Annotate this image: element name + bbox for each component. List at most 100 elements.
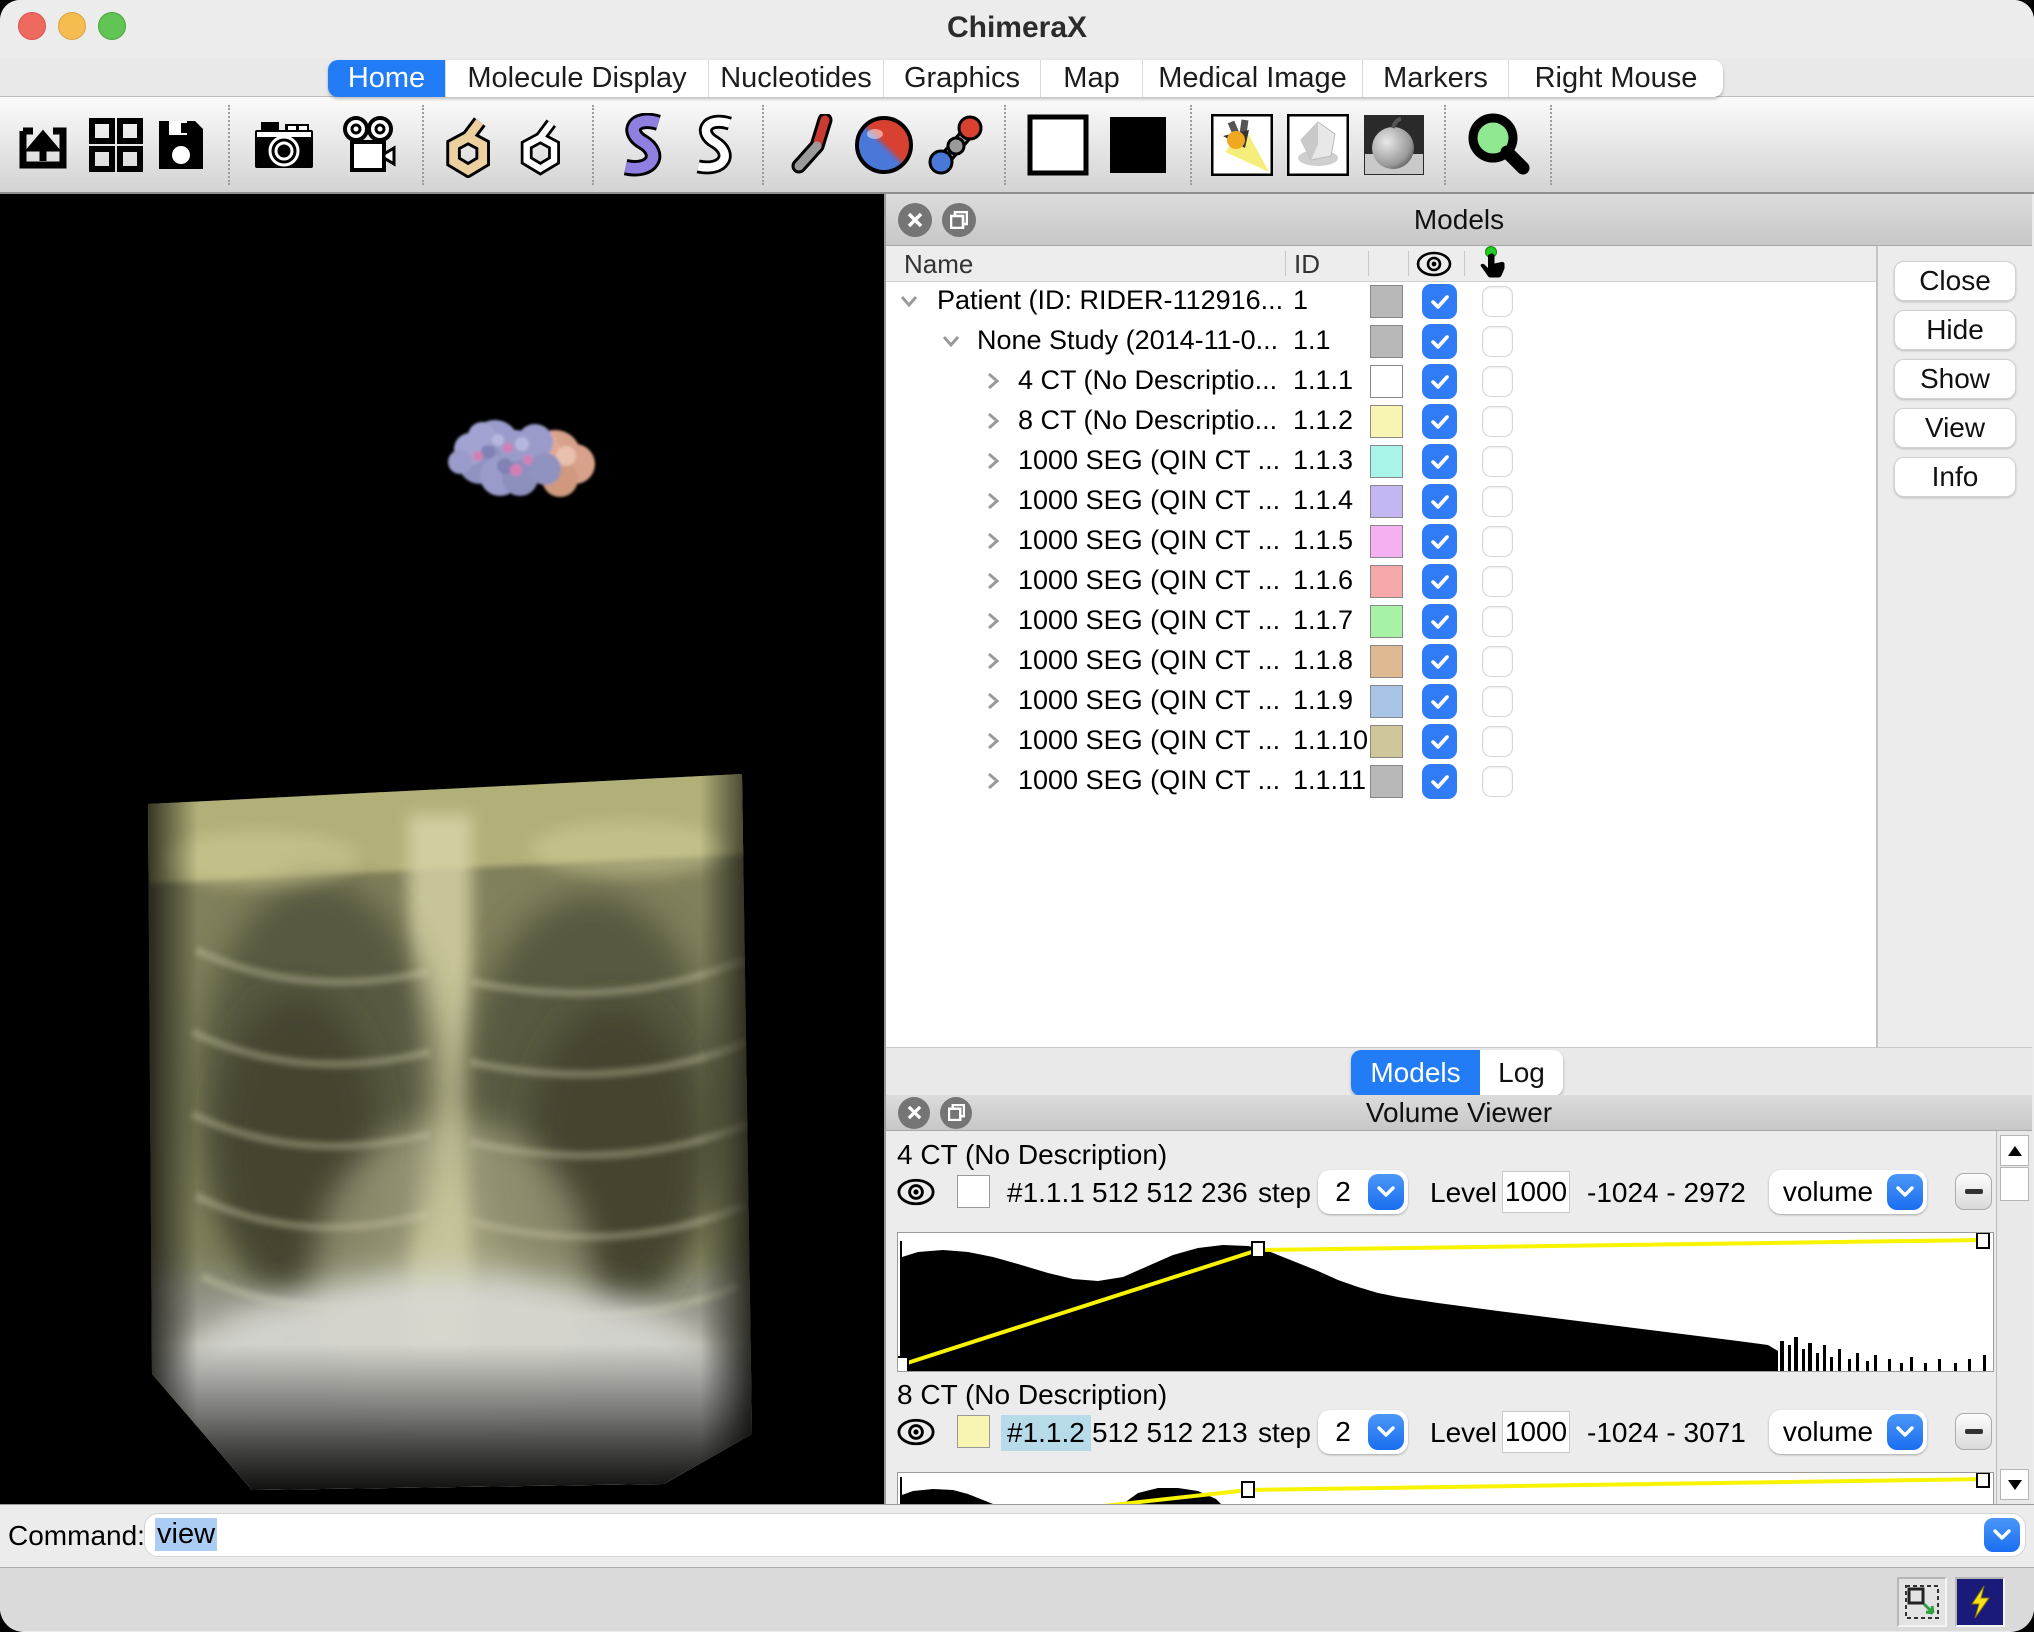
model-color-swatch[interactable] bbox=[1370, 325, 1403, 358]
model-color-swatch[interactable] bbox=[1370, 365, 1403, 398]
graphics-viewport[interactable] bbox=[0, 194, 884, 1504]
tab-log[interactable]: Log bbox=[1480, 1050, 1563, 1096]
command-input[interactable]: view bbox=[144, 1513, 2026, 1557]
snapshot-camera-icon[interactable] bbox=[242, 120, 326, 170]
tab-right-mouse[interactable]: Right Mouse bbox=[1508, 60, 1723, 97]
expanded-chevron-icon[interactable] bbox=[940, 330, 962, 352]
open-file-icon[interactable] bbox=[0, 117, 86, 173]
collapsed-chevron-icon[interactable] bbox=[982, 490, 1004, 512]
tab-models[interactable]: Models bbox=[1351, 1050, 1480, 1096]
select-checkbox[interactable] bbox=[1482, 526, 1513, 557]
model-tree-row[interactable]: Patient (ID: RIDER-112916...1 bbox=[886, 282, 1876, 322]
eye-icon[interactable] bbox=[895, 1177, 937, 1212]
model-color-swatch[interactable] bbox=[1370, 685, 1403, 718]
tab-graphics[interactable]: Graphics bbox=[883, 60, 1040, 97]
display-style-select[interactable]: volume bbox=[1769, 1170, 1927, 1214]
select-checkbox[interactable] bbox=[1482, 646, 1513, 677]
show-spheres-icon[interactable] bbox=[848, 114, 920, 176]
model-tree-row[interactable]: 1000 SEG (QIN CT ...1.1.6 bbox=[886, 562, 1876, 602]
select-checkbox[interactable] bbox=[1482, 366, 1513, 397]
info-models-button[interactable]: Info bbox=[1894, 457, 2016, 497]
chevron-down-icon[interactable] bbox=[1887, 1414, 1923, 1450]
chevron-down-icon[interactable] bbox=[1887, 1174, 1923, 1210]
hide-ligands-icon[interactable] bbox=[508, 114, 580, 176]
model-color-swatch[interactable] bbox=[1370, 645, 1403, 678]
shown-checkbox[interactable] bbox=[1422, 404, 1457, 439]
chevron-down-icon[interactable] bbox=[1368, 1174, 1404, 1210]
model-color-swatch[interactable] bbox=[1370, 765, 1403, 798]
model-tree-row[interactable]: 1000 SEG (QIN CT ...1.1.3 bbox=[886, 442, 1876, 482]
recent-files-icon[interactable] bbox=[86, 117, 146, 173]
select-checkbox[interactable] bbox=[1482, 326, 1513, 357]
tab-markers[interactable]: Markers bbox=[1362, 60, 1508, 97]
model-tree-row[interactable]: 1000 SEG (QIN CT ...1.1.5 bbox=[886, 522, 1876, 562]
shown-checkbox[interactable] bbox=[1422, 364, 1457, 399]
histogram-2[interactable] bbox=[897, 1472, 1994, 1504]
soft-lighting-icon[interactable] bbox=[1280, 114, 1356, 176]
collapsed-chevron-icon[interactable] bbox=[982, 610, 1004, 632]
hide-cartoons-icon[interactable] bbox=[678, 114, 750, 176]
volume-color-swatch[interactable] bbox=[957, 1175, 990, 1208]
tab-molecule-display[interactable]: Molecule Display bbox=[445, 60, 708, 97]
select-checkbox[interactable] bbox=[1482, 726, 1513, 757]
shown-checkbox[interactable] bbox=[1422, 764, 1457, 799]
select-checkbox[interactable] bbox=[1482, 566, 1513, 597]
model-color-swatch[interactable] bbox=[1370, 525, 1403, 558]
collapsed-chevron-icon[interactable] bbox=[982, 570, 1004, 592]
fast-mode-lightning-icon[interactable] bbox=[1955, 1577, 2005, 1627]
step-select[interactable]: 2 bbox=[1318, 1410, 1408, 1454]
model-tree-row[interactable]: 1000 SEG (QIN CT ...1.1.11 bbox=[886, 762, 1876, 802]
model-tree-row[interactable]: 1000 SEG (QIN CT ...1.1.10 bbox=[886, 722, 1876, 762]
step-select[interactable]: 2 bbox=[1318, 1170, 1408, 1214]
show-ball-stick-icon[interactable] bbox=[920, 114, 992, 176]
level-input[interactable]: 1000 bbox=[1502, 1171, 1570, 1213]
record-movie-icon[interactable] bbox=[326, 116, 410, 174]
histogram-1[interactable] bbox=[897, 1232, 1994, 1372]
column-shown-eye-icon[interactable] bbox=[1415, 250, 1453, 285]
hide-models-button[interactable]: Hide bbox=[1894, 310, 2016, 350]
model-color-swatch[interactable] bbox=[1370, 725, 1403, 758]
black-background-icon[interactable] bbox=[1098, 114, 1178, 176]
eye-icon[interactable] bbox=[895, 1417, 937, 1452]
scroll-up-icon[interactable] bbox=[2000, 1135, 2029, 1166]
show-ligands-icon[interactable] bbox=[436, 112, 508, 178]
collapsed-chevron-icon[interactable] bbox=[982, 450, 1004, 472]
scroll-down-icon[interactable] bbox=[2000, 1469, 2029, 1500]
collapse-volume-icon[interactable] bbox=[1955, 1173, 1992, 1210]
column-id[interactable]: ID bbox=[1294, 249, 1320, 280]
select-checkbox[interactable] bbox=[1482, 486, 1513, 517]
shown-checkbox[interactable] bbox=[1422, 524, 1457, 559]
collapsed-chevron-icon[interactable] bbox=[982, 410, 1004, 432]
chevron-down-icon[interactable] bbox=[1368, 1414, 1404, 1450]
select-checkbox[interactable] bbox=[1482, 606, 1513, 637]
view-models-button[interactable]: View bbox=[1894, 408, 2016, 448]
level-input[interactable]: 1000 bbox=[1502, 1411, 1570, 1453]
model-tree-row[interactable]: 4 CT (No Descriptio...1.1.1 bbox=[886, 362, 1876, 402]
model-tree-row[interactable]: 1000 SEG (QIN CT ...1.1.9 bbox=[886, 682, 1876, 722]
tab-map[interactable]: Map bbox=[1040, 60, 1142, 97]
model-tree-row[interactable]: 8 CT (No Descriptio...1.1.2 bbox=[886, 402, 1876, 442]
model-color-swatch[interactable] bbox=[1370, 485, 1403, 518]
shown-checkbox[interactable] bbox=[1422, 604, 1457, 639]
collapsed-chevron-icon[interactable] bbox=[982, 650, 1004, 672]
select-checkbox[interactable] bbox=[1482, 286, 1513, 317]
model-tree-row[interactable]: 1000 SEG (QIN CT ...1.1.7 bbox=[886, 602, 1876, 642]
collapsed-chevron-icon[interactable] bbox=[982, 370, 1004, 392]
collapsed-chevron-icon[interactable] bbox=[982, 690, 1004, 712]
collapsed-chevron-icon[interactable] bbox=[982, 530, 1004, 552]
collapsed-chevron-icon[interactable] bbox=[982, 770, 1004, 792]
column-select-hand-icon[interactable] bbox=[1478, 246, 1508, 287]
shown-checkbox[interactable] bbox=[1422, 684, 1457, 719]
save-icon[interactable] bbox=[146, 117, 216, 173]
select-checkbox[interactable] bbox=[1482, 406, 1513, 437]
show-sticks-icon[interactable] bbox=[776, 114, 848, 176]
display-style-select[interactable]: volume bbox=[1769, 1410, 1927, 1454]
shown-checkbox[interactable] bbox=[1422, 324, 1457, 359]
column-name[interactable]: Name bbox=[904, 249, 973, 280]
model-tree-row[interactable]: None Study (2014-11-0...1.1 bbox=[886, 322, 1876, 362]
volume-model-id[interactable]: #1.1.2 bbox=[1001, 1415, 1091, 1451]
expanded-chevron-icon[interactable] bbox=[898, 290, 920, 312]
collapsed-chevron-icon[interactable] bbox=[982, 730, 1004, 752]
volume-viewer-scrollbar[interactable] bbox=[1996, 1131, 2032, 1504]
command-history-chevron-icon[interactable] bbox=[1984, 1518, 2020, 1552]
